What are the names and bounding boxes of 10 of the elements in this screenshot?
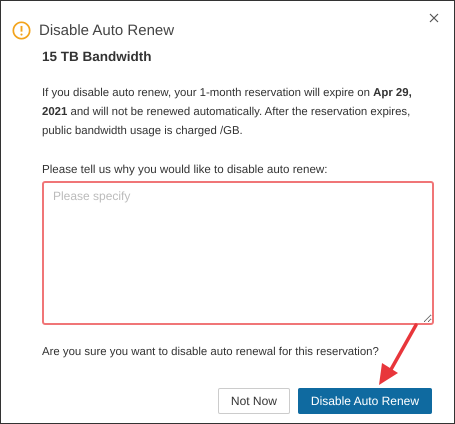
- confirm-question: Are you sure you want to disable auto renewal for this reservation?: [42, 346, 380, 358]
- dialog-title: Disable Auto Renew: [39, 22, 174, 39]
- cancel-button[interactable]: Not Now: [218, 388, 290, 414]
- message-text: If you disable auto renew, your 1-month reservation will expire on Apr 29, 2021 and will not be renewed automatically. After the reservation expires, public bandwidth usage is charged /GB.: [42, 86, 413, 139]
- dialog-subtitle: 15 TB Bandwidth: [42, 49, 153, 64]
- reason-field[interactable]: Please specify: [42, 181, 434, 325]
- close-icon[interactable]: [429, 13, 439, 23]
- disable-button[interactable]: Disable Auto Renew: [298, 388, 432, 414]
- reason-label: Please tell us why you would like to disable auto renew:: [42, 163, 328, 176]
- warning-icon: [12, 21, 31, 40]
